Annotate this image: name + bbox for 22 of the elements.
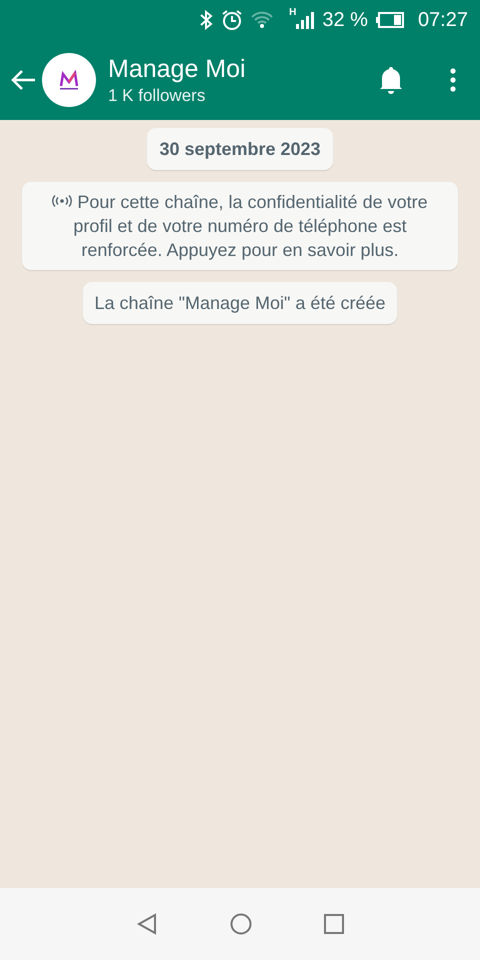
notice-text: Pour cette chaîne, la confidentialité de votre profil et de votre numéro de téléphone est renforcée. Appuyez pour en savoir plus. <box>73 192 428 260</box>
more-options-icon[interactable] <box>450 68 456 92</box>
date-chip: 30 septembre 2023 <box>147 128 333 170</box>
network-type: H <box>289 7 296 18</box>
recents-nav-icon[interactable] <box>324 914 344 934</box>
home-nav-icon[interactable] <box>230 913 252 935</box>
broadcast-icon <box>52 195 72 207</box>
battery-percent: 32 % <box>322 8 368 32</box>
privacy-notice[interactable]: Pour cette chaîne, la confidentialité de votre profil et de votre numéro de téléphone est renforcée. Appuyez pour en savoir plus. <box>22 182 458 270</box>
back-nav-icon[interactable] <box>136 913 158 935</box>
bell-icon[interactable] <box>378 65 404 95</box>
signal-icon <box>296 11 314 29</box>
bluetooth-icon <box>199 10 214 30</box>
channel-name[interactable]: Manage Moi <box>108 54 378 84</box>
followers-count: 1 K followers <box>108 86 206 106</box>
back-arrow-icon[interactable] <box>10 69 36 91</box>
system-message: La chaîne "Manage Moi" a été créée <box>82 282 398 324</box>
channel-avatar-icon[interactable] <box>42 53 96 107</box>
clock: 07:27 <box>418 8 468 32</box>
alarm-icon <box>221 9 244 31</box>
wifi-icon <box>251 11 274 29</box>
battery-icon <box>376 12 404 28</box>
